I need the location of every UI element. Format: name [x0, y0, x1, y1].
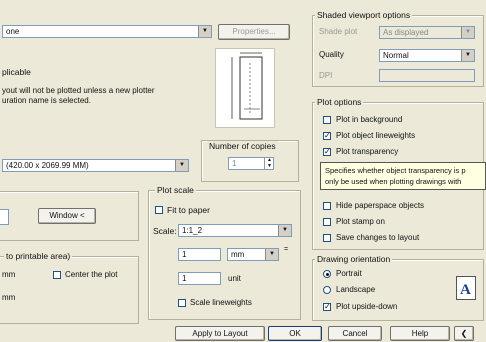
hide-paperspace-checkbox[interactable]: [323, 202, 331, 210]
plot-background-checkbox[interactable]: [323, 116, 331, 124]
plot-transparency-label: Plot transparency: [336, 147, 399, 156]
landscape-label: Landscape: [336, 285, 376, 294]
orientation-preview-icon: A: [456, 276, 476, 300]
landscape-radio[interactable]: [323, 286, 331, 294]
printer-name-combo[interactable]: one ▼: [2, 25, 212, 38]
plot-lineweights-label: Plot object lineweights: [336, 131, 416, 140]
paper-preview-icon: [231, 52, 263, 120]
paper-preview: [215, 48, 275, 128]
scale-lineweights-label: Scale lineweights: [190, 298, 252, 307]
portrait-label: Portrait: [336, 269, 362, 278]
paper-size-combo[interactable]: (420.00 x 2069.99 MM) ▼: [2, 159, 189, 172]
scale-value2-input[interactable]: 1: [178, 272, 221, 285]
printer-message-line2: uration name is selected.: [2, 96, 91, 105]
portrait-radio[interactable]: [323, 270, 331, 278]
x-offset-unit: mm: [2, 270, 16, 279]
ok-button[interactable]: OK: [268, 326, 322, 341]
scale-label: Scale:: [153, 226, 177, 236]
copies-group: Number of copies 1 ▲ ▼: [201, 140, 299, 182]
window-button[interactable]: Window <: [38, 208, 96, 224]
upside-down-checkbox[interactable]: ✓: [323, 303, 331, 311]
plot-lineweights-checkbox[interactable]: ✓: [323, 132, 331, 140]
properties-button[interactable]: Properties...: [218, 24, 290, 40]
scale-unit2-label: unit: [228, 274, 241, 283]
help-button[interactable]: Help: [390, 326, 450, 341]
apply-to-layout-button[interactable]: Apply to Layout: [175, 326, 265, 341]
printer-message-line1: yout will not be plotted unless a new pl…: [2, 86, 155, 95]
shade-plot-combo[interactable]: As displayed ▼: [379, 26, 475, 39]
chevron-down-icon: ▼: [198, 26, 211, 37]
plot-area-combo[interactable]: [0, 209, 9, 225]
plot-area-group: Window <: [0, 191, 139, 241]
dpi-label: DPI: [319, 71, 333, 80]
scale-lineweights-checkbox[interactable]: [178, 299, 186, 307]
fit-to-paper-checkbox[interactable]: [155, 206, 163, 214]
scale-unit-combo[interactable]: mm ▼: [227, 248, 279, 261]
svg-text:A: A: [460, 282, 471, 298]
plot-background-label: Plot in background: [336, 115, 403, 124]
dpi-input[interactable]: [379, 69, 475, 82]
drawing-orientation-group: Drawing orientation Portrait Landscape ✓…: [312, 254, 484, 321]
upside-down-label: Plot upside-down: [336, 302, 398, 311]
scale-value1-input[interactable]: 1: [178, 248, 221, 261]
chevron-down-icon: ▼: [175, 160, 188, 171]
plot-stamp-label: Plot stamp on: [336, 217, 385, 226]
plot-scale-group: Plot scale Fit to paper Scale: 1:1_2 ▼ 1…: [148, 185, 301, 320]
tooltip-line2: only be used when plotting drawings with: [325, 177, 462, 186]
shaded-viewport-group: Shaded viewport options Shade plot As di…: [312, 10, 484, 87]
quality-combo[interactable]: Normal ▼: [379, 49, 475, 62]
center-plot-checkbox[interactable]: [53, 271, 61, 279]
tooltip: Specifies whether object transparency is…: [320, 162, 486, 190]
quality-label: Quality: [319, 50, 344, 59]
save-changes-checkbox[interactable]: [323, 234, 331, 242]
shade-plot-label: Shade plot: [319, 27, 358, 36]
y-offset-unit: mm: [2, 293, 16, 302]
chevron-down-icon: ▼: [265, 249, 278, 260]
save-changes-label: Save changes to layout: [336, 233, 420, 242]
printer-heading: plicable: [2, 67, 31, 77]
hide-paperspace-label: Hide paperspace objects: [336, 201, 425, 210]
chevron-down-icon: ▼: [278, 225, 291, 236]
chevron-down-icon: ▼: [461, 50, 474, 61]
plot-stamp-checkbox[interactable]: [323, 218, 331, 226]
plot-transparency-checkbox[interactable]: ✓: [323, 148, 331, 156]
collapse-icon[interactable]: ❮: [454, 326, 474, 341]
center-plot-label: Center the plot: [65, 270, 118, 279]
equals-icon: =: [284, 246, 289, 253]
scale-combo[interactable]: 1:1_2 ▼: [178, 224, 292, 237]
chevron-down-icon: ▼: [461, 27, 474, 38]
plot-offset-group: to printable area) mm Center the plot mm: [0, 251, 139, 324]
tooltip-line1: Specifies whether object transparency is…: [325, 166, 466, 175]
copies-spinner-icon[interactable]: ▲ ▼: [264, 157, 274, 170]
fit-to-paper-label: Fit to paper: [167, 205, 210, 215]
cancel-button[interactable]: Cancel: [328, 326, 382, 341]
